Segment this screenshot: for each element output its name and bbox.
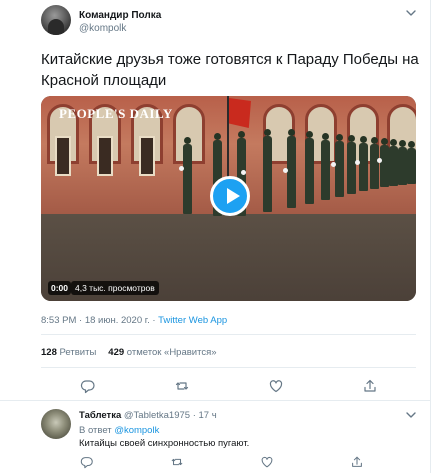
share-icon[interactable] — [362, 378, 378, 394]
video-watermark: PEOPLE'S DAILY — [59, 106, 173, 121]
likes-count: 429 — [108, 347, 125, 358]
in-reply-to: В ответ @kompolk — [79, 425, 159, 436]
reply-time[interactable]: · 17 ч — [193, 410, 217, 421]
reply-text: Китайцы своей синхронностью пугают. — [79, 438, 250, 449]
in-reply-prefix: В ответ — [79, 425, 115, 436]
reply-author-handle[interactable]: @Tabletka1975 — [124, 410, 190, 421]
retweet-icon[interactable] — [170, 455, 184, 469]
in-reply-mention[interactable]: @kompolk — [114, 425, 159, 436]
tweet-meta: 8:53 PM · 18 июн. 2020 г. · Twitter Web … — [41, 315, 227, 326]
likes-label: отметок «Нравится» — [126, 347, 217, 358]
tweet-source[interactable]: Twitter Web App — [158, 315, 227, 326]
like-icon[interactable] — [268, 378, 284, 394]
divider — [41, 367, 416, 368]
video-duration: 0:00 — [48, 281, 72, 295]
tweet-text: Китайские друзья тоже готовятся к Параду… — [41, 51, 419, 89]
reply-author-name[interactable]: Таблетка — [79, 410, 121, 421]
tweet-card: Командир Полка @kompolk Китайские друзья… — [0, 0, 431, 473]
reply-tweet[interactable]: Таблетка @Tabletka1975 · 17 ч В ответ @k… — [0, 400, 431, 473]
reply-author-avatar[interactable] — [41, 409, 71, 439]
like-icon[interactable] — [260, 455, 274, 469]
share-icon[interactable] — [350, 455, 364, 469]
reply-icon[interactable] — [80, 378, 96, 394]
reply-header: Таблетка @Tabletka1975 · 17 ч — [79, 410, 217, 421]
likes-stat[interactable]: 429 отметок «Нравится» — [108, 347, 216, 358]
tweet-stats: 128 Ретвиты 429 отметок «Нравится» — [41, 347, 217, 358]
red-flag — [229, 98, 251, 128]
author-avatar[interactable] — [41, 5, 71, 35]
author-block: Командир Полка @kompolk — [79, 10, 161, 34]
video-player[interactable]: PEOPLE'S DAILY 0:00 4,3 тыс. просмотров — [41, 96, 416, 301]
author-handle[interactable]: @kompolk — [79, 23, 161, 34]
retweet-icon[interactable] — [174, 378, 190, 394]
divider — [41, 334, 416, 335]
chevron-down-icon[interactable] — [404, 6, 418, 20]
tweet-time[interactable]: 8:53 PM · 18 июн. 2020 г. · — [41, 315, 158, 326]
chevron-down-icon[interactable] — [404, 408, 418, 422]
retweets-stat[interactable]: 128 Ретвиты — [41, 347, 96, 358]
reply-icon[interactable] — [80, 455, 94, 469]
video-views: 4,3 тыс. просмотров — [71, 281, 159, 295]
retweets-count: 128 — [41, 347, 57, 358]
retweets-label: Ретвиты — [59, 347, 97, 358]
author-name[interactable]: Командир Полка — [79, 10, 161, 21]
play-button[interactable] — [210, 176, 250, 216]
